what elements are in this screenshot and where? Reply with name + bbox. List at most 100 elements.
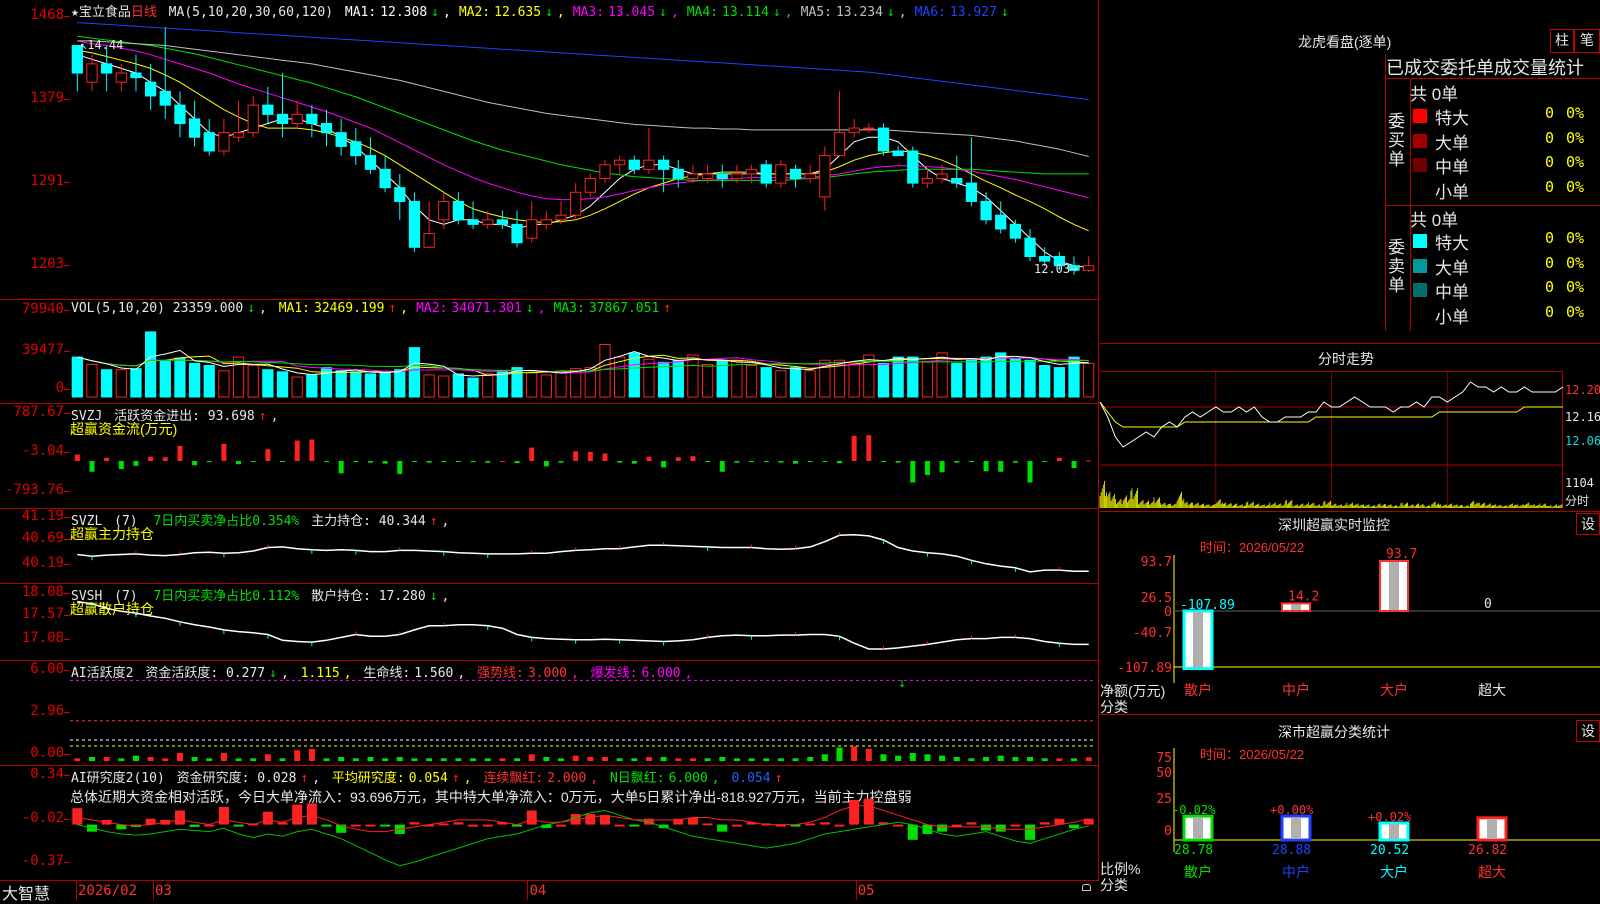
ai-active-chart[interactable]: ↓ [70, 675, 1096, 761]
lock-icon[interactable] [1082, 884, 1091, 891]
flow-bar [177, 445, 183, 461]
research-bar [614, 824, 625, 827]
tab-orders[interactable]: 委托单 [1440, 58, 1494, 78]
research-bar [1069, 824, 1080, 829]
tab-filled[interactable]: 已成交 [1386, 58, 1440, 78]
activity-bar [484, 758, 491, 761]
svsh-chart[interactable] [70, 598, 1096, 656]
research-bar [556, 824, 567, 827]
ai-research-chart[interactable] [70, 780, 1096, 880]
svzl-chart[interactable] [70, 522, 1096, 580]
flow-bar [734, 461, 740, 463]
research-bar [380, 824, 391, 827]
flow-bar [793, 461, 799, 464]
activity-bar [1027, 756, 1034, 761]
activity-bar [176, 752, 183, 761]
svzj-chart[interactable] [70, 418, 1096, 504]
volume-bar [218, 370, 230, 398]
volume-bar [775, 370, 787, 398]
activity-bar [352, 758, 359, 761]
research-bar [365, 824, 376, 827]
brand-label[interactable]: 大智慧 [2, 880, 50, 904]
research-bar [174, 810, 185, 825]
order-color-swatch [1413, 283, 1427, 297]
activity-bar [968, 758, 975, 761]
candle-body [203, 132, 215, 152]
stats-axis-label: 75 [1156, 751, 1172, 766]
axis-label: 17.57 [21, 606, 64, 622]
research-bar [409, 822, 420, 825]
candle-body [1039, 255, 1051, 262]
candle-body [863, 127, 875, 130]
flow-bar [573, 451, 579, 461]
candle-body [335, 132, 347, 147]
stats-bar-shade [1291, 817, 1301, 839]
tab-volume-stats[interactable]: 成交量统计 [1494, 58, 1584, 78]
research-bar [262, 811, 273, 825]
flow-bar [602, 453, 608, 461]
activity-bar [367, 756, 374, 761]
flow-bar [499, 461, 505, 462]
flow-bar [1086, 460, 1092, 462]
axis-label: 1203 [30, 256, 64, 272]
activity-bar [895, 755, 902, 761]
holding-line [77, 600, 1089, 650]
order-count: 0 [1544, 153, 1554, 171]
sz-monitor-chart[interactable]: 93.726.50-40.7-107.89-107.89散户14.2中户93.7… [1100, 547, 1600, 715]
volume-chart[interactable] [70, 313, 1096, 398]
volume-bar [921, 360, 934, 398]
candle-body [555, 214, 567, 221]
bar-mode-button[interactable]: 柱 [1550, 29, 1574, 53]
order-color-swatch [1413, 109, 1427, 123]
monitor-category-label: 超大 [1478, 682, 1506, 698]
candle-body [394, 187, 406, 202]
stats-axis-label: 0 [1164, 824, 1172, 839]
activity-bar [308, 748, 315, 761]
axis-label: -793.76 [4, 482, 64, 498]
axis-tick [64, 593, 70, 594]
flow-bar [705, 461, 711, 463]
pen-mode-button[interactable]: 笔 [1574, 29, 1600, 53]
intraday-chart[interactable] [1099, 372, 1564, 508]
order-percent: 0% [1566, 128, 1585, 147]
order-type-label: 大单 [1435, 258, 1469, 278]
candle-body [892, 150, 904, 157]
candle-body [115, 72, 127, 83]
volume-bar [599, 344, 611, 398]
candlestick-chart[interactable] [70, 18, 1096, 284]
axis-label: 0 [55, 380, 64, 396]
candle-body [423, 233, 435, 248]
candle-body [438, 200, 450, 221]
research-bar [585, 814, 596, 825]
order-type-label: 特大 [1435, 109, 1469, 128]
flow-bar [192, 461, 198, 466]
activity-bar [601, 756, 608, 761]
sz-monitor-settings-button[interactable]: 设 [1576, 513, 1600, 535]
activity-bar [103, 756, 110, 761]
month-tick [527, 880, 529, 900]
order-color-swatch [1413, 133, 1427, 148]
order-count: 0 [1544, 128, 1554, 147]
stats-axis-label: 50 [1156, 766, 1172, 781]
monitor-bar-shade [1389, 562, 1399, 610]
candle-body [408, 200, 421, 248]
candle-body [232, 132, 245, 138]
dragon-tabs: 已成交委托单成交量统计 [1385, 54, 1600, 79]
research-bar [717, 824, 728, 832]
activity-bar [572, 755, 579, 761]
research-bar [849, 799, 860, 825]
order-percent: 0% [1566, 104, 1585, 122]
candle-body [511, 223, 523, 244]
volume-bar [687, 354, 699, 398]
order-type-label: 中单 [1435, 283, 1469, 302]
flow-bar [206, 461, 212, 463]
stats-value-label: 26.82 [1468, 843, 1507, 858]
flow-bar [426, 461, 432, 463]
volume-bar [408, 347, 421, 398]
candle-body [379, 168, 391, 189]
candle-body [174, 104, 186, 124]
candle-body [995, 214, 1007, 230]
sz-stats-chart[interactable]: 7550 25 0-0.02% 28.78 散户 +0.00% 28.88 中户 +0.02% 2… [1100, 748, 1600, 900]
sz-stats-settings-button[interactable]: 设 [1576, 720, 1600, 742]
candle-body [482, 219, 494, 225]
